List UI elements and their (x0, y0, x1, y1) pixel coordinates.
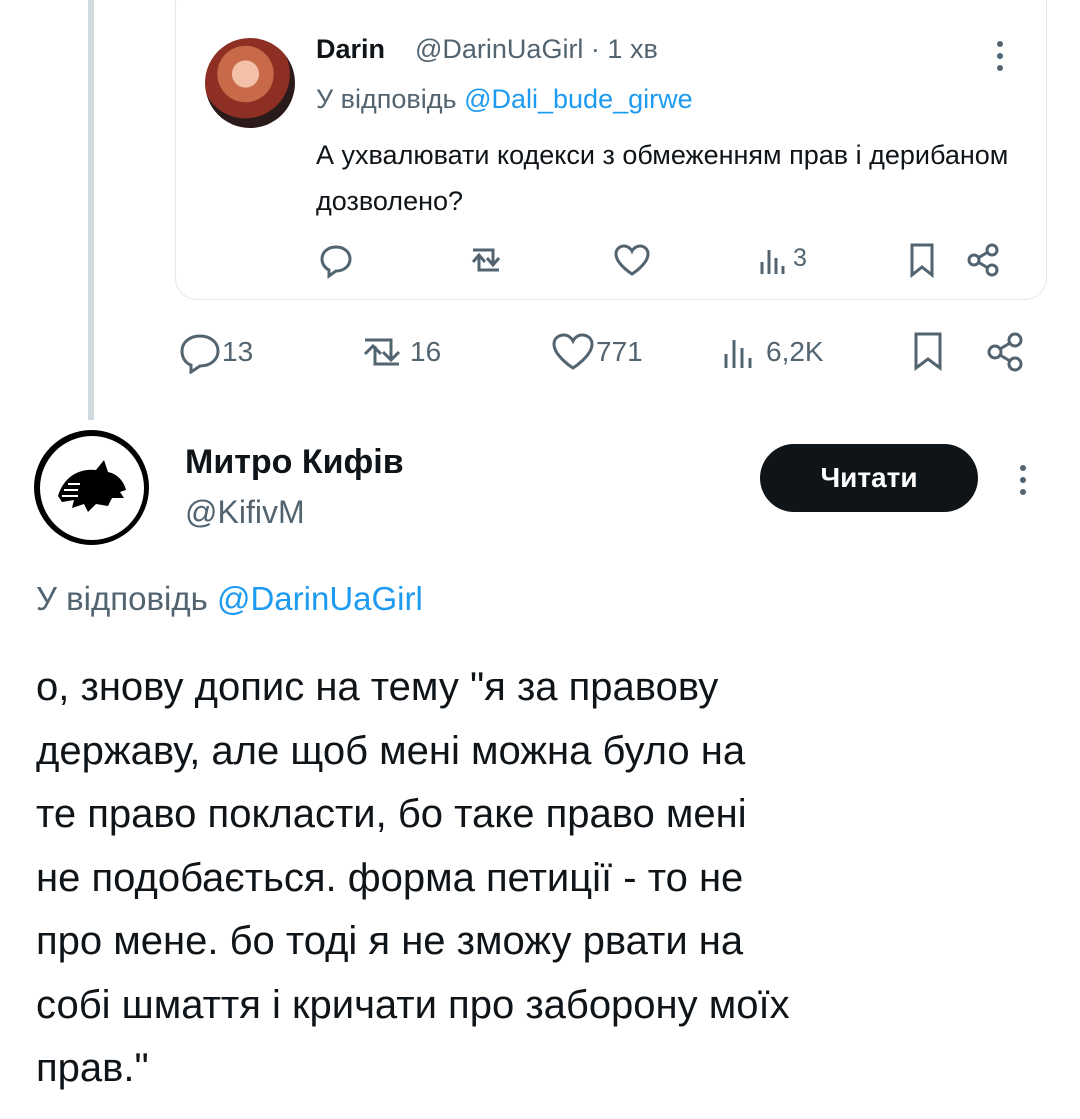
like-count: 771 (596, 336, 643, 367)
like-icon[interactable] (548, 330, 598, 374)
more-icon[interactable] (985, 36, 1015, 76)
author-name[interactable]: Митро Кифів (185, 443, 404, 482)
follow-button[interactable]: Читати (760, 444, 978, 512)
quoted-author-meta: @DarinUaGirl · 1 хв (415, 34, 658, 64)
views-count: 3 (793, 244, 807, 272)
retweet-count: 16 (410, 336, 442, 367)
reply-prefix: У відповідь (36, 580, 208, 617)
author-avatar[interactable] (34, 430, 149, 545)
reply-prefix: У відповідь (316, 84, 457, 114)
reply-icon[interactable] (176, 330, 224, 374)
views-count: 6,2K (766, 336, 824, 367)
author-handle[interactable]: @KifivM (185, 494, 305, 531)
share-icon[interactable] (985, 330, 1025, 374)
reply-to-link[interactable]: @Dali_bude_girwe (464, 84, 693, 114)
retweet-icon[interactable] (465, 240, 507, 280)
quoted-reply-to: У відповідь @Dali_bude_girwe (316, 84, 693, 115)
quoted-author-avatar[interactable] (205, 38, 295, 128)
quoted-author-name[interactable]: Darin (316, 34, 385, 65)
retweet-icon[interactable] (355, 330, 411, 374)
wolf-logo-icon (57, 459, 126, 512)
views-icon[interactable] (758, 240, 788, 280)
bookmark-icon[interactable] (910, 330, 946, 374)
thread-connector-line (88, 0, 94, 420)
bookmark-icon[interactable] (906, 240, 938, 280)
reply-count: 13 (222, 336, 254, 367)
avatar-ring (39, 435, 144, 540)
share-icon[interactable] (965, 240, 1001, 280)
quoted-reply-text: А ухвалювати кодекси з обмеженням прав і… (316, 140, 1009, 216)
more-icon[interactable] (1008, 460, 1038, 500)
reply-icon[interactable] (316, 240, 356, 280)
reply-to-link[interactable]: @DarinUaGirl (217, 580, 423, 617)
like-icon[interactable] (610, 240, 654, 280)
post-text: о, знову допис на тему "я за правову дер… (36, 665, 790, 1090)
views-icon[interactable] (720, 330, 760, 374)
reply-to-line: У відповідь @DarinUaGirl (36, 580, 423, 618)
